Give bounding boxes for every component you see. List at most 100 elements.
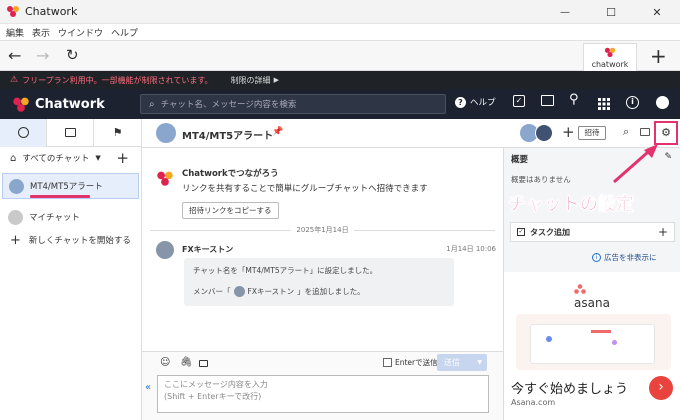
forward-icon[interactable]: → bbox=[36, 46, 49, 65]
hide-ads-link[interactable]: i 広告を非表示に bbox=[592, 252, 657, 263]
room-name: マイチャット bbox=[29, 213, 80, 223]
chatwork-brand-icon bbox=[13, 97, 29, 112]
send-label: 送信 bbox=[444, 358, 460, 367]
help-button[interactable]: ? ヘルプ bbox=[455, 96, 496, 108]
message-placeholder-1: ここにメッセージ内容を入力 bbox=[164, 380, 268, 389]
message-placeholder-2: (Shift + Enterキーで改行) bbox=[164, 392, 262, 401]
info-icon: i bbox=[592, 253, 601, 262]
menu-window[interactable]: ウインドウ bbox=[58, 26, 103, 39]
chat-room: MT4/MT5アラート 📌 + 招待 ⌕ ⚙ Chatworkでつながろう リン… bbox=[142, 119, 680, 420]
message-input[interactable]: ここにメッセージ内容を入力 (Shift + Enterキーで改行) bbox=[157, 375, 489, 413]
collapse-left-icon[interactable]: « bbox=[145, 382, 151, 393]
room-search-icon[interactable]: ⌕ bbox=[623, 125, 629, 139]
ad-arrow-button[interactable]: › bbox=[649, 376, 673, 400]
menu-bar: 編集 表示 ウインドウ ヘルプ bbox=[0, 24, 680, 41]
apps-grid-icon[interactable] bbox=[598, 98, 610, 110]
tab-dm[interactable] bbox=[47, 118, 94, 147]
room-title: MT4/MT5アラート bbox=[182, 131, 274, 142]
room-avatar bbox=[156, 123, 176, 143]
member-avatar[interactable] bbox=[535, 124, 553, 142]
brand-name: Chatwork bbox=[35, 96, 105, 112]
message-line-2-prefix: メンバー「 bbox=[193, 287, 231, 296]
composer: ☺ 🖇 Enterで送信 送信 ▼ « ここにメッセージ内容を入力 (Shift… bbox=[142, 351, 503, 420]
tab-label: chatwork bbox=[591, 60, 629, 69]
message-line-2-name: FXキーストン bbox=[247, 287, 295, 296]
date-label: 2025年1月14日 bbox=[296, 226, 349, 234]
message-line-2-suffix: 」を追加しました。 bbox=[297, 287, 365, 296]
enter-send-checkbox[interactable] bbox=[383, 358, 392, 367]
contact-icon[interactable]: ⚲ bbox=[569, 92, 579, 107]
chat-list-item[interactable]: マイチャット bbox=[0, 205, 141, 229]
new-chat-button[interactable]: + 新しくチャットを開始する bbox=[0, 229, 141, 251]
plus-icon: + bbox=[657, 225, 668, 239]
task-add-label: タスク追加 bbox=[530, 227, 570, 237]
invite-button[interactable]: 招待 bbox=[578, 126, 606, 140]
plan-notice-bar: ⚠ フリープラン利用中。一部機能が制限されています。 制限の詳細 ▶ bbox=[0, 71, 680, 89]
warning-icon: ⚠ bbox=[10, 75, 19, 85]
add-chat-icon[interactable]: + bbox=[116, 149, 129, 167]
message-item[interactable]: FXキーストン 1月14日 10:06 チャット名を「MT4/MT5アラート」に… bbox=[156, 241, 496, 313]
menu-view[interactable]: 表示 bbox=[32, 26, 50, 39]
chat-bubble-icon bbox=[17, 127, 29, 138]
room-header: MT4/MT5アラート 📌 + 招待 ⌕ ⚙ bbox=[142, 119, 680, 148]
folder-icon[interactable] bbox=[541, 95, 554, 106]
reload-icon[interactable]: ↻ bbox=[66, 46, 79, 64]
home-icon: ⌂ bbox=[10, 152, 17, 164]
attach-icon[interactable]: 🖇 bbox=[180, 357, 193, 368]
minimize-button[interactable]: — bbox=[542, 7, 588, 18]
menu-help[interactable]: ヘルプ bbox=[111, 26, 138, 39]
search-placeholder: チャット名、メッセージ内容を検索 bbox=[160, 100, 297, 110]
welcome-text: リンクを共有することで簡単にグループチャットへ招待できます bbox=[182, 184, 428, 194]
advertisement[interactable]: asana 今すぐ始めましょう Asana.com › bbox=[504, 272, 680, 420]
room-files-icon[interactable] bbox=[640, 128, 650, 136]
info-icon[interactable]: i bbox=[626, 96, 639, 109]
chat-filter-label[interactable]: すべてのチャット bbox=[22, 152, 89, 164]
plan-details-link[interactable]: 制限の詳細 bbox=[231, 75, 271, 86]
chevron-right-icon: ▶ bbox=[273, 76, 279, 84]
ad-image bbox=[516, 314, 671, 370]
user-avatar-icon[interactable] bbox=[656, 96, 669, 109]
tab-bookmarks[interactable]: ⚑ bbox=[94, 119, 141, 147]
nav-bar: ← → ↻ chatwork + bbox=[0, 41, 680, 71]
hide-ads-label: 広告を非表示に bbox=[604, 253, 657, 262]
plan-notice-text: フリープラン利用中。一部機能が制限されています。 bbox=[22, 75, 213, 85]
summary-title: 概要 bbox=[511, 155, 529, 165]
chevron-down-icon[interactable]: ▼ bbox=[95, 154, 100, 162]
annotation-callout: チャットの設定 bbox=[508, 190, 634, 220]
back-icon[interactable]: ← bbox=[8, 46, 21, 65]
copy-invite-link-button[interactable]: 招待リンクをコピーする bbox=[182, 202, 279, 219]
summary-empty-text: 概要はありません bbox=[511, 175, 571, 184]
menu-edit[interactable]: 編集 bbox=[6, 26, 24, 39]
task-check-icon[interactable]: ✓ bbox=[513, 95, 525, 107]
video-icon[interactable] bbox=[199, 360, 208, 367]
right-sidebar: 概要 ✎ 概要はありません チャットの設定 ✓ タスク追加 + i 広告を非表示… bbox=[503, 144, 680, 420]
chatwork-welcome-icon bbox=[157, 171, 173, 186]
search-icon: ⌕ bbox=[149, 98, 155, 110]
dm-icon bbox=[64, 128, 76, 137]
close-button[interactable]: ✕ bbox=[634, 6, 680, 19]
bookmark-icon: ⚑ bbox=[112, 126, 123, 139]
browser-tab[interactable]: chatwork bbox=[583, 43, 637, 71]
message-time: 1月14日 10:06 bbox=[446, 245, 496, 253]
tab-chats[interactable] bbox=[0, 118, 47, 147]
emoji-icon[interactable]: ☺ bbox=[160, 357, 170, 368]
message-author[interactable]: FXキーストン bbox=[182, 244, 233, 255]
welcome-title: Chatworkでつながろう bbox=[182, 169, 279, 179]
pin-icon[interactable]: 📌 bbox=[272, 127, 283, 137]
add-member-icon[interactable]: + bbox=[562, 123, 575, 141]
avatar bbox=[9, 178, 24, 194]
send-button[interactable]: 送信 ▼ bbox=[437, 354, 487, 371]
ad-domain: Asana.com bbox=[511, 398, 556, 407]
search-input[interactable]: ⌕ チャット名、メッセージ内容を検索 bbox=[140, 94, 446, 114]
ad-brand: asana bbox=[574, 296, 610, 310]
maximize-button[interactable]: ☐ bbox=[588, 6, 634, 19]
help-icon: ? bbox=[455, 96, 466, 108]
new-tab-icon[interactable]: + bbox=[650, 44, 667, 68]
send-dropdown-icon[interactable]: ▼ bbox=[477, 354, 482, 371]
avatar bbox=[8, 209, 23, 225]
task-add-button[interactable]: ✓ タスク追加 + bbox=[510, 222, 675, 242]
avatar bbox=[156, 241, 174, 259]
left-sidebar: ⚑ ⌂ すべてのチャット ▼ + MT4/MT5アラート マイチャット + 新し… bbox=[0, 118, 142, 420]
avatar bbox=[233, 286, 245, 297]
window-title: Chatwork bbox=[25, 4, 78, 18]
